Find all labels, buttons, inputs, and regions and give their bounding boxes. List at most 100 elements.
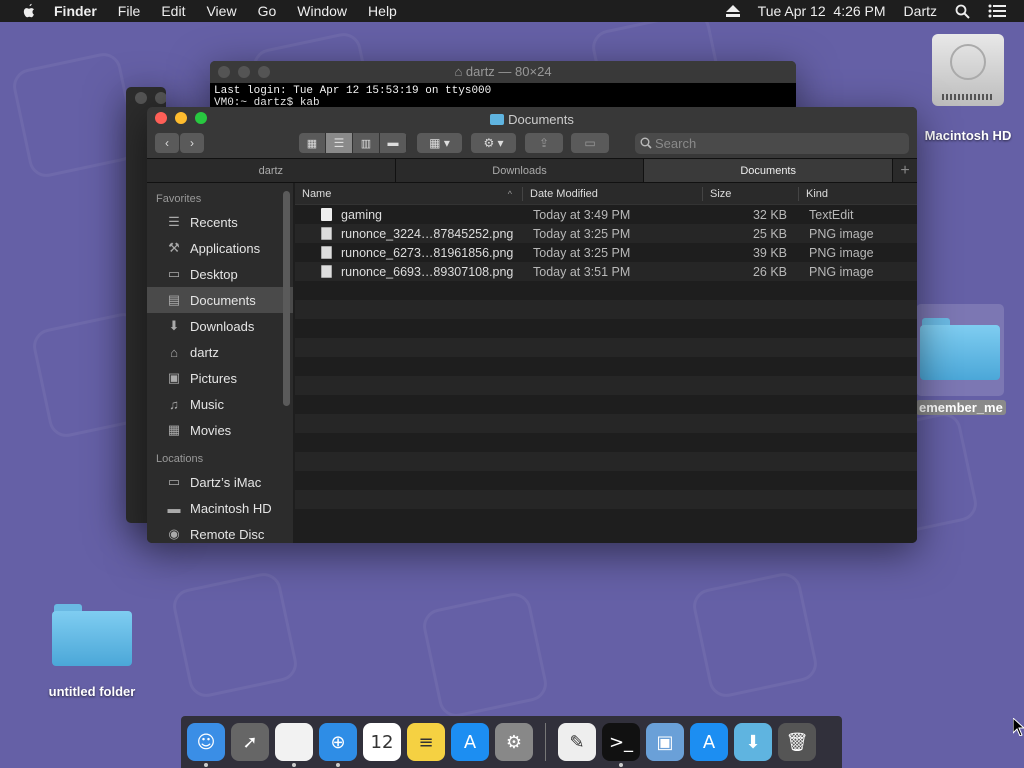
file-name-cell: runonce_3224…87845252.png — [295, 227, 523, 241]
calendar-icon[interactable]: 12 — [363, 723, 401, 761]
image-file-icon — [321, 265, 332, 278]
list-view-button[interactable]: ☰ — [326, 133, 353, 153]
finder-window[interactable]: Documents ‹ › ▦ ☰ ▥ ▬ ▦ ▾ ⚙ ▾ ⇪ ▭ dartz … — [147, 107, 917, 543]
file-size: 32 KB — [752, 207, 787, 222]
back-button[interactable]: ‹ — [155, 133, 179, 153]
share-button[interactable]: ⇪ — [525, 133, 563, 153]
terminal-icon[interactable]: >_ — [602, 723, 640, 767]
app-store-icon[interactable]: A — [451, 723, 489, 761]
desktop-folder-remember-me[interactable]: emember_me — [916, 304, 1006, 416]
add-tab-button[interactable]: + — [893, 159, 917, 182]
gallery-view-button[interactable]: ▬ — [380, 133, 407, 153]
textedit-doc-icon[interactable] — [275, 723, 313, 767]
apple-icon[interactable] — [20, 3, 38, 19]
finder-icon[interactable]: ☺ — [187, 723, 225, 767]
textedit-icon[interactable]: ✎ — [558, 723, 596, 761]
forward-button[interactable]: › — [180, 133, 204, 153]
safari-icon[interactable]: ⊕ — [319, 723, 357, 767]
file-size: 26 KB — [752, 264, 787, 279]
terminal-window[interactable]: ⌂ dartz — 80×24 Last login: Tue Apr 12 1… — [210, 61, 796, 111]
home-icon: ⌂ — [454, 64, 466, 79]
sidebar-item-dartz[interactable]: ⌂ dartz — [147, 339, 293, 365]
menu-window[interactable]: Window — [297, 3, 347, 19]
system-preferences-icon[interactable]: ⚙ — [495, 723, 533, 761]
file-date: Today at 3:51 PM — [533, 264, 631, 279]
close-button[interactable] — [218, 66, 230, 78]
file-kind: PNG image — [809, 226, 874, 241]
notification-center-icon[interactable] — [988, 4, 1006, 18]
minimize-button[interactable] — [238, 66, 250, 78]
sidebar-section-favorites: Favorites — [156, 193, 202, 205]
table-row[interactable]: runonce_6693…89307108.png Today at 3:51 P… — [295, 262, 917, 281]
table-row[interactable]: runonce_3224…87845252.png Today at 3:25 P… — [295, 224, 917, 243]
terminal-titlebar[interactable]: ⌂ dartz — 80×24 — [210, 61, 796, 83]
downloads-stack-icon[interactable]: ⬇ — [734, 723, 772, 761]
tags-button[interactable]: ▭ — [571, 133, 609, 153]
sidebar-item-documents[interactable]: ▤ Documents — [147, 287, 293, 313]
sidebar-item-pictures[interactable]: ▣ Pictures — [147, 365, 293, 391]
launchpad-icon[interactable]: ➚ — [231, 723, 269, 761]
action-button[interactable]: ⚙ ▾ — [471, 133, 516, 153]
table-row[interactable]: runonce_6273…81961856.png Today at 3:25 P… — [295, 243, 917, 262]
sidebar-scrollbar[interactable] — [283, 191, 290, 406]
desktop-drive-macintosh-hd[interactable]: Macintosh HD — [912, 34, 1024, 143]
menu-help[interactable]: Help — [368, 3, 397, 19]
empty-row — [295, 338, 917, 357]
menu-file[interactable]: File — [118, 3, 141, 19]
search-input[interactable] — [655, 136, 855, 151]
tab-downloads[interactable]: Downloads — [396, 159, 645, 182]
sidebar-item-dartz-s-imac[interactable]: ▭ Dartz’s iMac — [147, 469, 293, 495]
column-header-kind[interactable]: Kind — [799, 187, 917, 201]
sidebar-item-movies[interactable]: ▦ Movies — [147, 417, 293, 443]
app-store-folder-icon[interactable]: A — [690, 723, 728, 761]
minimize-button[interactable] — [155, 92, 166, 104]
desktop-folder-untitled[interactable]: untitled folder — [40, 604, 144, 699]
column-view-button[interactable]: ▥ — [353, 133, 380, 153]
share-icon: ⇪ — [538, 136, 550, 150]
hard-drive-icon — [932, 34, 1004, 106]
file-name: runonce_6693…89307108.png — [341, 264, 514, 279]
file-name: runonce_3224…87845252.png — [341, 226, 514, 241]
sidebar-item-macintosh-hd[interactable]: ▬ Macintosh HD — [147, 495, 293, 521]
sidebar-item-desktop[interactable]: ▭ Desktop — [147, 261, 293, 287]
file-list: Name ^ Date Modified Size Kind gaming Toda… — [295, 183, 917, 543]
menu-user[interactable]: Dartz — [904, 3, 937, 19]
column-header-name[interactable]: Name ^ — [295, 186, 523, 201]
dock-separator — [545, 723, 546, 761]
sidebar-item-label: Dartz’s iMac — [190, 474, 262, 490]
sidebar-item-downloads[interactable]: ⬇ Downloads — [147, 313, 293, 339]
mouse-cursor-icon — [1013, 718, 1024, 736]
sidebar-item-remote-disc[interactable]: ◉ Remote Disc — [147, 521, 293, 543]
column-header-date-label: Date Modified — [530, 187, 598, 200]
column-header-size[interactable]: Size — [703, 186, 799, 201]
menu-clock[interactable]: Tue Apr 12 4:26 PM — [758, 3, 886, 19]
menu-edit[interactable]: Edit — [161, 3, 185, 19]
notes-icon[interactable]: ≡ — [407, 723, 445, 761]
spotlight-icon[interactable] — [955, 4, 970, 19]
zoom-button[interactable] — [258, 66, 270, 78]
file-name-cell: runonce_6273…81961856.png — [295, 246, 523, 260]
trash-icon[interactable]: 🗑 — [778, 723, 816, 761]
search-icon — [640, 137, 652, 149]
sidebar-item-recents[interactable]: ☰ Recents — [147, 209, 293, 235]
file-kind: PNG image — [809, 245, 874, 260]
table-row[interactable]: gaming Today at 3:49 PM 32 KB TextEdit — [295, 205, 917, 224]
file-name: gaming — [341, 207, 382, 222]
tab-documents[interactable]: Documents — [644, 159, 894, 182]
sidebar-item-applications[interactable]: ⚒ Applications — [147, 235, 293, 261]
preview-icon[interactable]: ▣ — [646, 723, 684, 761]
home-icon: ⌂ — [170, 344, 178, 360]
menu-view[interactable]: View — [206, 3, 236, 19]
column-header-date[interactable]: Date Modified — [523, 186, 703, 201]
icon-view-button[interactable]: ▦ — [299, 133, 326, 153]
menu-go[interactable]: Go — [258, 3, 277, 19]
sidebar-item-music[interactable]: ♫ Music — [147, 391, 293, 417]
finder-toolbar: Documents ‹ › ▦ ☰ ▥ ▬ ▦ ▾ ⚙ ▾ ⇪ ▭ — [147, 107, 917, 159]
search-field[interactable] — [635, 133, 909, 154]
tab-dartz[interactable]: dartz — [147, 159, 396, 182]
menu-app-name[interactable]: Finder — [54, 3, 97, 19]
close-button[interactable] — [135, 92, 147, 104]
group-by-button[interactable]: ▦ ▾ — [417, 133, 462, 153]
eject-icon[interactable] — [725, 5, 740, 17]
desktop-icon: ▭ — [167, 266, 181, 281]
